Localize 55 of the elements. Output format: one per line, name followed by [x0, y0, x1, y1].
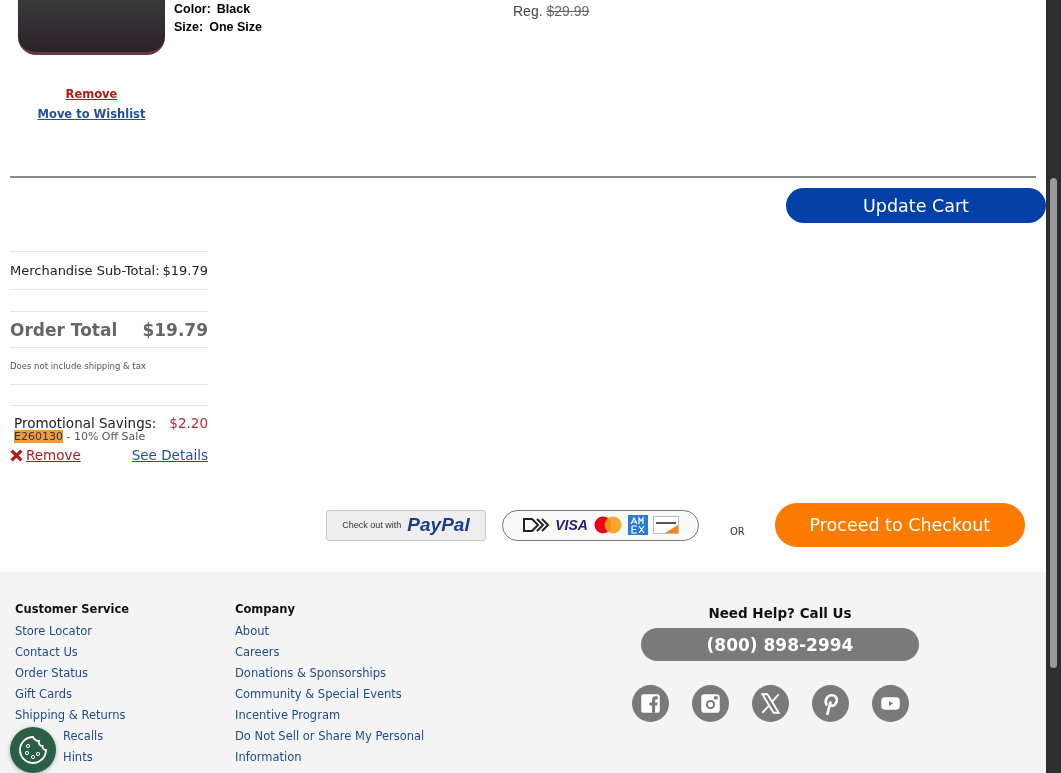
- update-cart-button[interactable]: Update Cart: [786, 188, 1046, 223]
- instagram-icon[interactable]: [691, 685, 729, 722]
- attribute-label: Color:: [174, 2, 211, 16]
- help-heading: Need Help? Call Us: [708, 605, 852, 621]
- pinterest-icon[interactable]: [811, 685, 849, 722]
- footer-link[interactable]: Do Not Sell or Share My Personal: [235, 726, 425, 747]
- cookie-icon: [17, 734, 49, 766]
- subtotal-label: Merchandise Sub-Total:: [10, 263, 160, 278]
- promo-savings-label: Promotional Savings:: [14, 415, 157, 431]
- promo-code: E260130: [14, 430, 63, 443]
- chevron-arrow-icon: [522, 517, 551, 533]
- close-icon[interactable]: [10, 448, 23, 462]
- footer-link[interactable]: Community & Special Events: [235, 684, 402, 705]
- footer-link[interactable]: Shipping & Returns: [15, 705, 126, 726]
- footer-column-heading: Company: [235, 602, 296, 616]
- footer-link[interactable]: Contact Us: [15, 642, 78, 663]
- order-total-amount: $19.79: [142, 319, 208, 340]
- mastercard-logo-icon: [592, 516, 623, 534]
- footer-link[interactable]: Recalls: [63, 726, 104, 747]
- facebook-icon[interactable]: [631, 685, 669, 722]
- promo-description: - 10% Off Sale: [66, 430, 146, 443]
- regular-price-label: Reg.: [513, 3, 543, 19]
- youtube-icon[interactable]: [871, 685, 909, 722]
- footer-link[interactable]: Order Status: [15, 663, 88, 684]
- order-total-label: Order Total: [10, 319, 118, 340]
- footer-link[interactable]: Hints: [63, 747, 93, 768]
- scrollbar[interactable]: [1046, 0, 1061, 773]
- promo-savings-amount: $2.20: [169, 415, 208, 431]
- card-payment-button[interactable]: VISA: [502, 509, 699, 541]
- cookie-settings-button[interactable]: [10, 727, 56, 773]
- footer-link[interactable]: Careers: [235, 642, 280, 663]
- scrollbar-thumb[interactable]: [1050, 178, 1057, 668]
- footer-link[interactable]: Information: [235, 747, 302, 768]
- x-logo-icon[interactable]: [751, 685, 789, 722]
- attribute-value: Black: [216, 2, 251, 16]
- attribute-value: One Size: [209, 20, 262, 34]
- footer-link[interactable]: Donations & Sponsorships: [235, 663, 386, 684]
- see-details-link[interactable]: See Details: [131, 447, 208, 463]
- discover-logo-icon: [652, 516, 679, 534]
- footer-link[interactable]: Gift Cards: [15, 684, 72, 705]
- attribute-label: Size:: [174, 20, 204, 34]
- regular-price: $29.99: [546, 3, 590, 19]
- remove-link[interactable]: Remove: [65, 87, 118, 101]
- shipping-note: Does not include shipping & tax: [10, 361, 146, 371]
- remove-promo-link[interactable]: Remove: [26, 447, 81, 463]
- move-to-wishlist-link[interactable]: Move to Wishlist: [37, 107, 146, 121]
- footer-link[interactable]: Store Locator: [15, 621, 92, 642]
- footer-column-heading: Customer Service: [15, 602, 131, 616]
- footer-link[interactable]: About: [235, 621, 269, 642]
- paypal-checkout-button[interactable]: Check out with PayPal: [326, 509, 486, 541]
- or-label: OR: [730, 525, 745, 537]
- amex-logo-icon: [627, 515, 648, 535]
- subtotal-amount: $19.79: [162, 263, 208, 278]
- phone-number-button[interactable]: (800) 898-2994: [641, 628, 919, 661]
- footer-link[interactable]: Incentive Program: [235, 705, 341, 726]
